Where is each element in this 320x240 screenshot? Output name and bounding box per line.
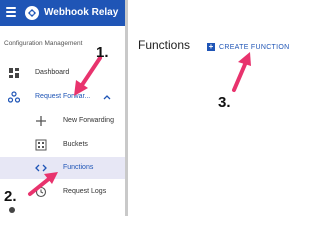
sidebar-item-label: Functions	[63, 164, 94, 171]
user-avatar-icon[interactable]	[6, 206, 18, 216]
buckets-icon	[35, 139, 47, 151]
plus-icon	[36, 116, 46, 126]
webhook-icon	[8, 91, 20, 103]
annotation-arrow-3	[232, 52, 251, 92]
add-box-icon: +	[207, 42, 215, 51]
hamburger-menu-icon[interactable]	[6, 7, 16, 19]
sidebar-item-request-logs[interactable]: Request Logs	[0, 181, 125, 203]
sidebar-item-buckets[interactable]: Buckets	[0, 134, 125, 156]
dashboard-icon	[9, 68, 19, 78]
annotation-label-3: 3.	[218, 94, 231, 111]
app-title: Webhook Relay	[44, 7, 119, 18]
sidebar-item-label: Buckets	[63, 141, 88, 148]
sidebar-item-label: New Forwarding	[63, 117, 114, 124]
app-header: Webhook Relay	[0, 0, 128, 26]
annotation-arrow-2	[28, 172, 58, 196]
sidebar-item-new-forwarding[interactable]: New Forwarding	[0, 110, 125, 132]
page-title: Functions	[138, 38, 191, 52]
sidebar-section-title: Configuration Management	[4, 40, 83, 47]
sidebar-item-label: Request Logs	[63, 188, 107, 195]
annotation-label-1: 1.	[96, 44, 109, 61]
webhook-relay-logo-icon	[25, 6, 39, 20]
sidebar-item-functions[interactable]: Functions	[0, 157, 125, 179]
sidebar-divider	[125, 0, 128, 216]
sidebar-item-label: Dashboard	[35, 69, 70, 76]
annotation-label-2: 2.	[4, 188, 17, 205]
